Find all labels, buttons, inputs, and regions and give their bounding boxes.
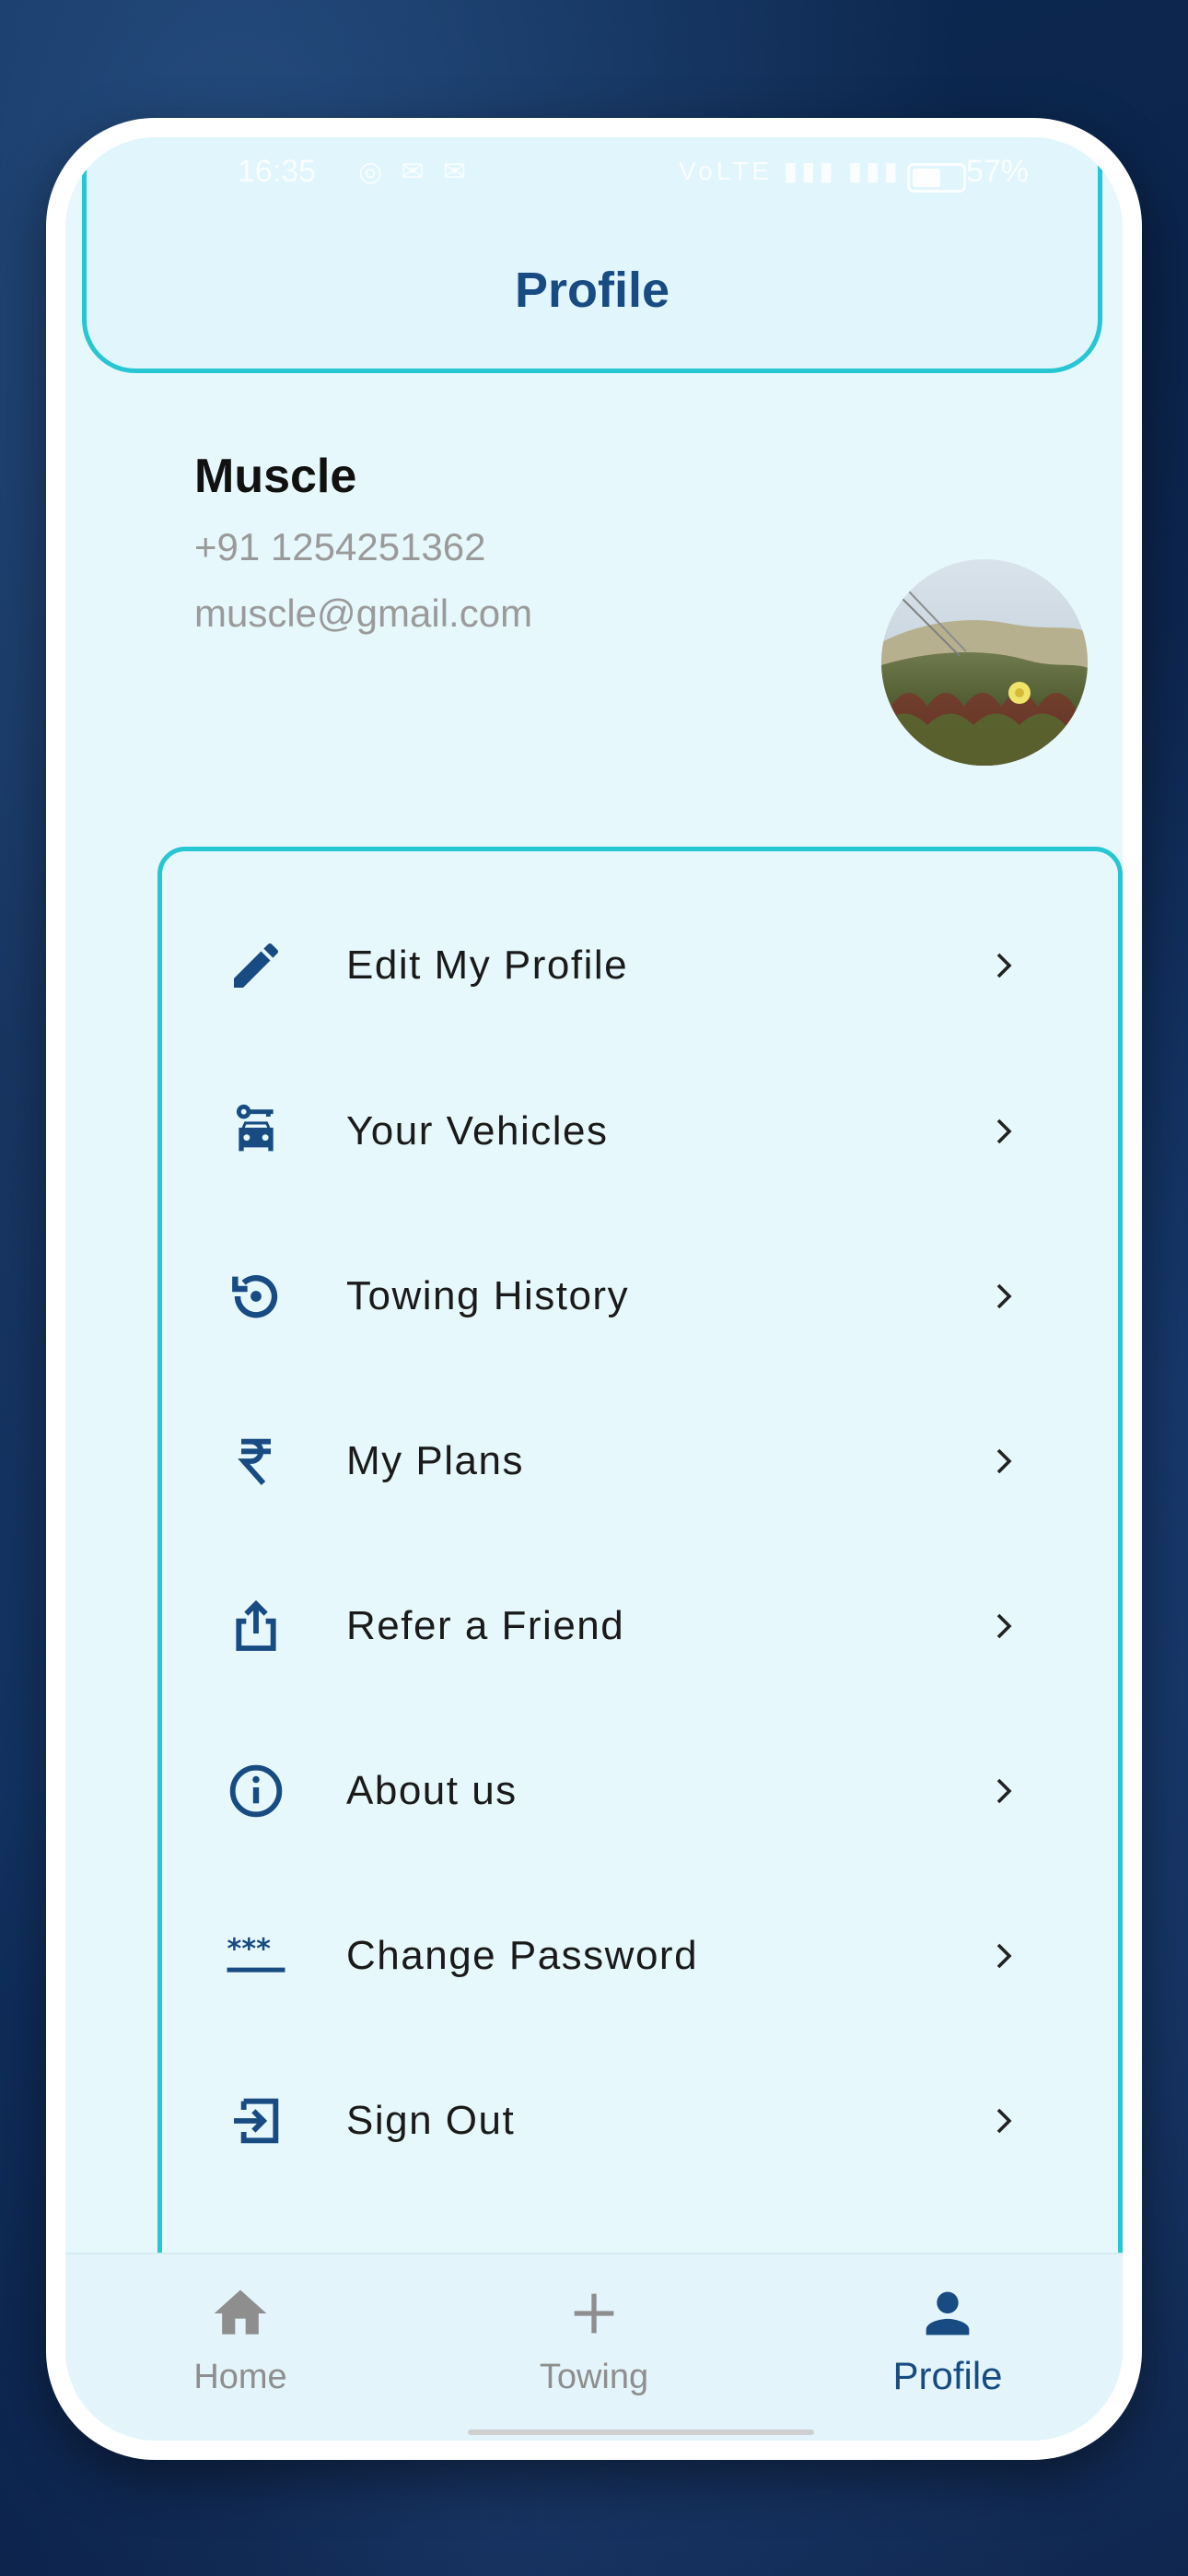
menu-item-label: Change Password: [346, 1933, 699, 1978]
home-icon: [207, 2280, 274, 2347]
battery-icon: [907, 163, 966, 193]
user-email: muscle@gmail.com: [194, 591, 533, 635]
menu-item-label: Refer a Friend: [346, 1603, 625, 1648]
menu-item-label: Sign Out: [346, 2098, 516, 2143]
menu-item-label: My Plans: [346, 1438, 524, 1483]
chevron-right-icon: [985, 947, 1022, 984]
profile-menu: Edit My Profile Your Vehicles Towing His…: [157, 847, 1123, 2347]
share-icon: [225, 1595, 287, 1657]
menu-item-label: Your Vehicles: [346, 1108, 609, 1153]
chevron-right-icon: [985, 1938, 1022, 1974]
nav-item-profile[interactable]: Profile: [773, 2254, 1123, 2441]
menu-item-my-plans[interactable]: My Plans: [162, 1388, 1118, 1535]
battery-percent: 57%: [965, 154, 1029, 189]
nav-label-home: Home: [193, 2358, 287, 2396]
menu-item-your-vehicles[interactable]: Your Vehicles: [162, 1058, 1118, 1205]
menu-item-edit-profile[interactable]: Edit My Profile: [162, 892, 1118, 1039]
menu-item-label: About us: [346, 1768, 518, 1813]
bottom-navigation: Home Towing Profile: [65, 2253, 1123, 2441]
chevron-right-icon: [985, 1443, 1022, 1480]
svg-text:***: ***: [227, 1934, 272, 1966]
car-key-icon: [225, 1100, 287, 1163]
menu-item-sign-out[interactable]: Sign Out: [162, 2047, 1118, 2195]
rupee-icon: [225, 1430, 287, 1493]
app-screen: 16:35 ◎ ✉ ✉ VoLTE ▮▮▮ ▮▮▮ 57% Profile Mu…: [65, 137, 1123, 2441]
page-title: Profile: [514, 263, 670, 318]
menu-item-change-password[interactable]: *** Change Password: [162, 1882, 1118, 2030]
phone-frame: 16:35 ◎ ✉ ✉ VoLTE ▮▮▮ ▮▮▮ 57% Profile Mu…: [46, 118, 1142, 2460]
edit-pencil-icon: [225, 934, 287, 997]
nav-label-profile: Profile: [892, 2354, 1003, 2397]
sign-out-icon: [225, 2090, 287, 2152]
chevron-right-icon: [985, 1773, 1022, 1809]
home-indicator[interactable]: [468, 2430, 814, 2435]
history-icon: [225, 1265, 287, 1328]
menu-item-towing-history[interactable]: Towing History: [162, 1223, 1118, 1370]
info-icon: [225, 1760, 287, 1822]
notification-icons: ◎ ✉ ✉: [358, 157, 472, 187]
user-info: Muscle +91 1254251362 muscle@gmail.com: [194, 449, 532, 637]
nav-item-towing[interactable]: Towing: [419, 2254, 769, 2441]
avatar-photo: [881, 559, 1088, 766]
chevron-right-icon: [985, 1278, 1022, 1315]
plus-icon: [561, 2280, 627, 2347]
chevron-right-icon: [985, 1113, 1022, 1150]
menu-item-refer-friend[interactable]: Refer a Friend: [162, 1552, 1118, 1700]
menu-item-about-us[interactable]: About us: [162, 1717, 1118, 1865]
password-icon: ***: [225, 1925, 287, 1987]
person-icon: [914, 2280, 981, 2347]
menu-item-label: Edit My Profile: [346, 943, 629, 988]
chevron-right-icon: [985, 1608, 1022, 1645]
signal-icons: VoLTE ▮▮▮ ▮▮▮: [679, 157, 902, 185]
avatar[interactable]: [881, 559, 1088, 766]
user-name: Muscle: [194, 450, 357, 503]
chevron-right-icon: [985, 2102, 1022, 2139]
nav-item-home[interactable]: Home: [65, 2254, 415, 2441]
status-bar: 16:35 ◎ ✉ ✉ VoLTE ▮▮▮ ▮▮▮ 57%: [65, 137, 1123, 211]
menu-item-label: Towing History: [346, 1273, 630, 1318]
status-time: 16:35: [238, 154, 317, 189]
user-phone: +91 1254251362: [194, 525, 486, 568]
nav-label-towing: Towing: [539, 2358, 649, 2396]
